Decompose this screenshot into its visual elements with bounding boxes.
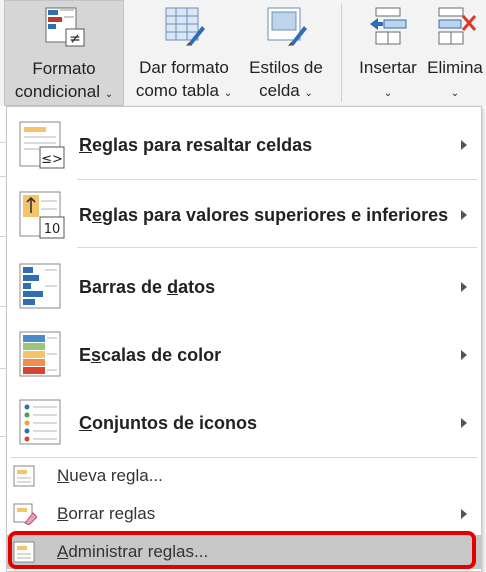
delete-button[interactable]: Elimina ⌄	[424, 0, 486, 106]
menu-item-highlight-cells-rules[interactable]: ≤> Reglas para resaltar celdas	[7, 111, 481, 179]
chevron-down-icon: ⌄	[304, 88, 313, 99]
chevron-down-icon: ⌄	[383, 88, 393, 99]
conditional-format-button[interactable]: ≠ Formato condicional ⌄	[4, 0, 124, 106]
menu-item-new-rule[interactable]: Nueva regla...	[7, 459, 481, 493]
chevron-down-icon: ⌄	[104, 89, 114, 100]
delete-label: Elimina	[427, 58, 483, 77]
ribbon-divider	[341, 4, 342, 102]
submenu-arrow-icon	[461, 210, 467, 220]
menu-divider	[77, 247, 477, 248]
submenu-arrow-icon	[461, 282, 467, 292]
submenu-arrow-icon	[461, 418, 467, 428]
menu-item-clear-rules[interactable]: Borrar reglas	[7, 497, 481, 531]
menu-item-top-bottom-rules[interactable]: 10 Reglas para valores superiores e infe…	[7, 181, 481, 249]
menu-divider	[77, 179, 477, 180]
submenu-arrow-icon	[461, 509, 467, 519]
format-as-table-icon	[165, 7, 205, 46]
delete-cells-icon	[438, 7, 477, 45]
clear-rules-icon	[13, 503, 37, 525]
format-as-table-label-2: como tabla	[135, 81, 220, 100]
highlight-outline	[8, 531, 476, 569]
cell-styles-label-1: Estilos de	[249, 58, 323, 77]
new-rule-icon	[13, 465, 35, 487]
menu-divider	[11, 457, 477, 458]
menu-item-icon-sets[interactable]: Conjuntos de iconos	[7, 389, 481, 457]
format-as-table-label-1: Dar formato	[139, 58, 229, 77]
top-bottom-rules-icon: 10	[19, 191, 65, 239]
conditional-format-menu: ≤> Reglas para resaltar celdas 10 Reglas…	[6, 106, 482, 572]
submenu-arrow-icon	[461, 140, 467, 150]
insert-button[interactable]: Insertar ⌄	[352, 0, 424, 106]
data-bars-icon	[19, 263, 61, 309]
cell-styles-button[interactable]: Estilos de celda ⌄	[240, 0, 332, 106]
ribbon: ≠ Formato condicional ⌄ Dar formato como…	[0, 0, 486, 106]
insert-cells-icon	[370, 7, 407, 45]
svg-text:≤>: ≤>	[41, 152, 63, 167]
highlight-rules-icon: ≤>	[19, 121, 65, 169]
chevron-down-icon: ⌄	[223, 88, 233, 99]
menu-item-color-scales[interactable]: Escalas de color	[7, 321, 481, 389]
color-scales-icon	[19, 331, 61, 377]
chevron-down-icon: ⌄	[450, 88, 460, 99]
conditional-format-icon: ≠	[45, 7, 85, 47]
conditional-format-label-1: Formato	[32, 59, 96, 78]
cell-styles-icon	[267, 7, 307, 46]
conditional-format-label-2: condicional	[14, 82, 100, 101]
cell-styles-label-2: celda	[259, 81, 300, 100]
svg-text:≠: ≠	[69, 31, 81, 47]
format-as-table-button[interactable]: Dar formato como tabla ⌄	[128, 0, 240, 106]
svg-text:10: 10	[44, 222, 61, 237]
insert-label: Insertar	[359, 58, 417, 77]
submenu-arrow-icon	[461, 350, 467, 360]
icon-sets-icon	[19, 399, 61, 445]
menu-item-data-bars[interactable]: Barras de datos	[7, 253, 481, 321]
